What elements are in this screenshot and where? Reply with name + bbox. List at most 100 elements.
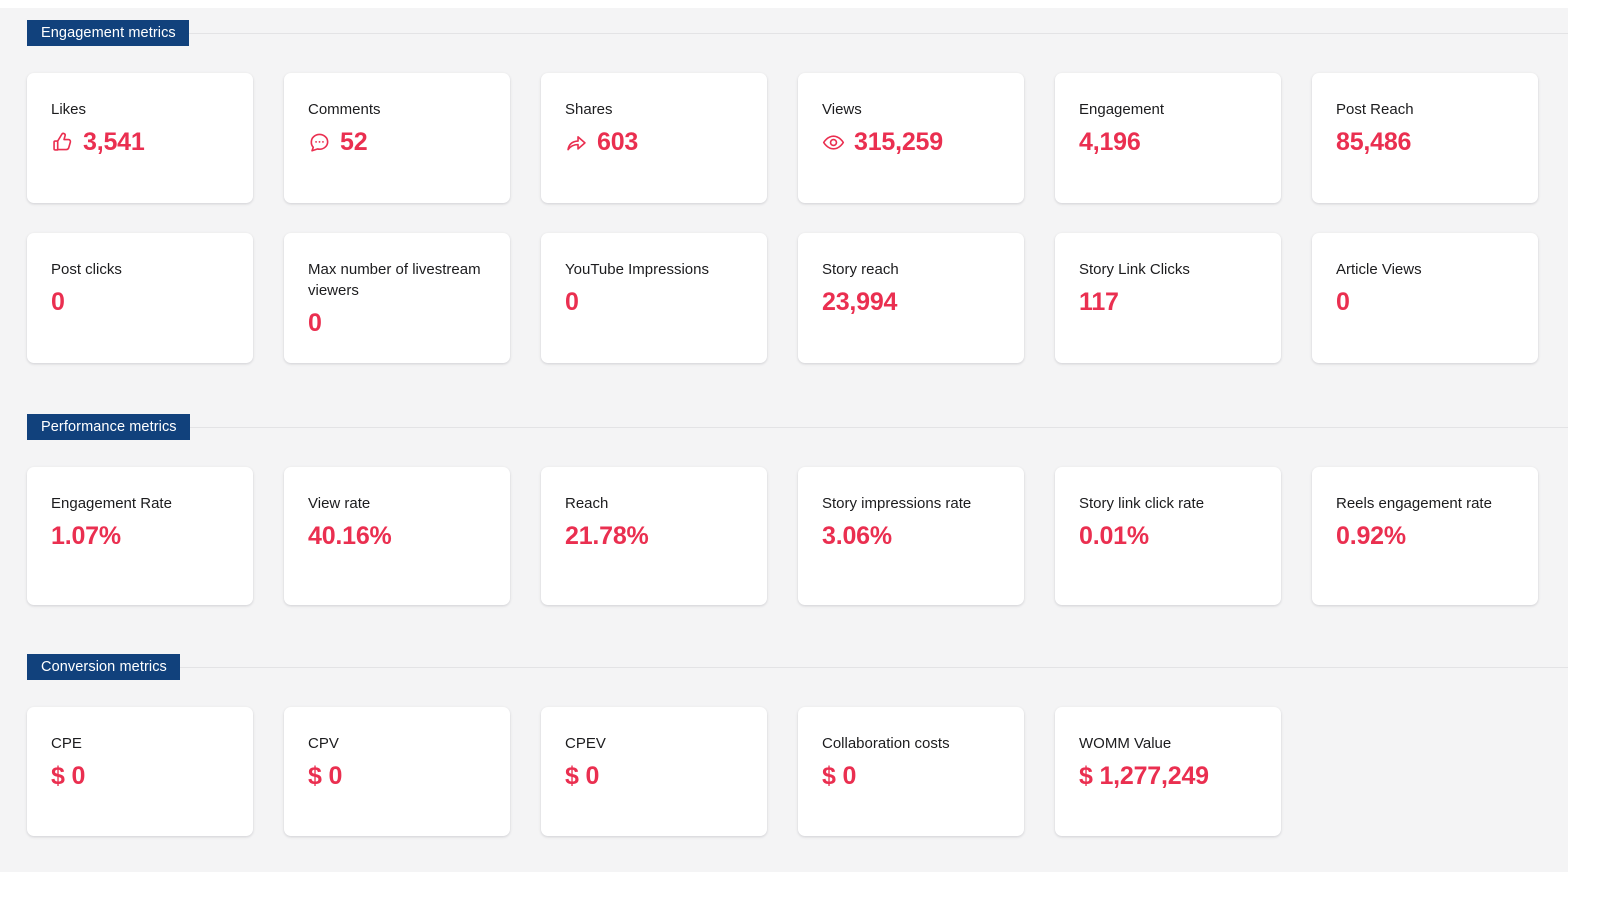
metric-card-value: $ 0 (822, 762, 857, 790)
metric-card-value: $ 0 (51, 762, 86, 790)
metric-card-value-row: $ 0 (308, 761, 342, 791)
metric-card-value: $ 0 (565, 762, 600, 790)
metric-card[interactable]: YouTube Impressions 0 (541, 233, 767, 363)
metric-card-value-row: 0 (565, 287, 579, 317)
metric-card-value-row: 315,259 (822, 127, 943, 157)
section-badge-engagement-metrics: Engagement metrics (27, 20, 189, 46)
metric-card-value-row: 117 (1079, 287, 1119, 317)
metric-card-value-row: 0 (308, 308, 322, 338)
metric-card[interactable]: Shares 603 (541, 73, 767, 203)
metric-card[interactable]: Reels engagement rate 0.92% (1312, 467, 1538, 605)
metric-card[interactable]: Views 315,259 (798, 73, 1024, 203)
metric-card-value-row: 3.06% (822, 521, 892, 551)
metric-card-value-row: 0.92% (1336, 521, 1406, 551)
metric-card-value-row: $ 0 (565, 761, 599, 791)
metric-card-label: View rate (308, 495, 371, 512)
metric-card-value: 3.06% (822, 522, 892, 550)
metric-card[interactable]: View rate 40.16% (284, 467, 510, 605)
section-conversion-metrics: Conversion metrics CPE $ 0 CPV $ 0 CPEV $ 0 Co… (0, 605, 1568, 836)
metric-card-value: 0.01% (1079, 522, 1149, 550)
metric-card-value-row: $ 0 (822, 761, 856, 791)
metric-card-value: 0 (1336, 288, 1350, 316)
metric-card-value: 117 (1079, 288, 1119, 316)
metric-card[interactable]: Likes 3,541 (27, 73, 253, 203)
metric-card-value-row: 21.78% (565, 521, 649, 551)
metric-card[interactable]: CPE $ 0 (27, 707, 253, 836)
metric-card-value-row: 23,994 (822, 287, 897, 317)
metric-card-label: Story reach (822, 261, 899, 278)
metric-card[interactable]: Comments 52 (284, 73, 510, 203)
section-header-performance-metrics: Performance metrics (0, 414, 1568, 440)
section-performance-metrics: Performance metrics Engagement Rate 1.07%… (0, 363, 1568, 605)
card-grid-performance-metrics: Engagement Rate 1.07% View rate 40.16% Reach… (0, 467, 1568, 605)
metric-card[interactable]: Post clicks 0 (27, 233, 253, 363)
metric-card-value: 0 (51, 288, 65, 316)
metric-card-value-row: 4,196 (1079, 127, 1141, 157)
metric-card-value-row: 1.07% (51, 521, 121, 551)
metrics-dashboard: Engagement metrics Likes 3,541 Comments 52 S… (0, 8, 1568, 872)
metric-card-label: Reach (565, 495, 609, 512)
metric-card-value: 0 (308, 309, 322, 337)
section-badge-performance-metrics: Performance metrics (27, 414, 190, 440)
eye-icon (822, 131, 845, 154)
metric-card-label: Likes (51, 101, 87, 118)
metric-card-value-row: 0 (51, 287, 65, 317)
metric-card-value: 4,196 (1079, 128, 1141, 156)
section-engagement-metrics: Engagement metrics Likes 3,541 Comments 52 S… (0, 8, 1568, 363)
thumbs-up-icon (51, 131, 74, 154)
section-badge-conversion-metrics: Conversion metrics (27, 654, 180, 680)
comment-bubble-icon (308, 131, 331, 154)
metric-card-label: Article Views (1336, 261, 1422, 278)
metric-card-value: 0.92% (1336, 522, 1406, 550)
metric-card[interactable]: Story Link Clicks 117 (1055, 233, 1281, 363)
metric-card-value: 23,994 (822, 288, 898, 316)
metric-card[interactable]: Collaboration costs $ 0 (798, 707, 1024, 836)
metric-card[interactable]: Engagement Rate 1.07% (27, 467, 253, 605)
section-divider (179, 666, 1568, 668)
metric-card-label: CPV (308, 735, 339, 752)
metric-card-value-row: 52 (308, 127, 368, 157)
section-header-conversion-metrics: Conversion metrics (0, 654, 1568, 680)
metric-card-value: $ 1,277,249 (1079, 762, 1209, 790)
metric-card[interactable]: CPEV $ 0 (541, 707, 767, 836)
metric-card-value: 0 (565, 288, 579, 316)
metric-card-label: Comments (308, 101, 381, 118)
metric-card-value: $ 0 (308, 762, 343, 790)
metric-card[interactable]: Post Reach 85,486 (1312, 73, 1538, 203)
metric-card[interactable]: Story link click rate 0.01% (1055, 467, 1281, 605)
metric-card-value-row: $ 1,277,249 (1079, 761, 1209, 791)
metric-card[interactable]: Story impressions rate 3.06% (798, 467, 1024, 605)
metric-card-value-row: 40.16% (308, 521, 392, 551)
section-header-engagement-metrics: Engagement metrics (0, 20, 1568, 46)
metric-card-label: Collaboration costs (822, 735, 950, 752)
metric-card-label: Post clicks (51, 261, 122, 278)
metric-card[interactable]: Max number of livestream viewers 0 (284, 233, 510, 363)
metric-card-value: 21.78% (565, 522, 649, 550)
metric-card[interactable]: Story reach 23,994 (798, 233, 1024, 363)
metric-card-label: Story Link Clicks (1079, 261, 1190, 278)
metric-card-value-row: 603 (565, 127, 638, 157)
section-divider (188, 32, 1568, 34)
metric-card-value-row: 0 (1336, 287, 1350, 317)
metric-card-label: Reels engagement rate (1336, 495, 1492, 512)
metric-card-value: 3,541 (83, 128, 145, 156)
metric-card[interactable]: WOMM Value $ 1,277,249 (1055, 707, 1281, 836)
metric-card-value: 603 (597, 128, 639, 156)
metric-card-label: Story impressions rate (822, 495, 972, 512)
metric-card-label: Shares (565, 101, 613, 118)
metric-card-label: Max number of livestream viewers (308, 261, 481, 299)
metric-card-value: 85,486 (1336, 128, 1412, 156)
metric-card[interactable]: CPV $ 0 (284, 707, 510, 836)
metric-card-value-row: 0.01% (1079, 521, 1149, 551)
section-divider (189, 426, 1568, 428)
metric-card-label: CPEV (565, 735, 606, 752)
metric-card-label: Engagement (1079, 101, 1165, 118)
card-grid-engagement-metrics: Likes 3,541 Comments 52 Shares 603 Views 315,25… (0, 73, 1568, 363)
metric-card-label: YouTube Impressions (565, 261, 709, 278)
metric-card-label: Story link click rate (1079, 495, 1205, 512)
card-grid-conversion-metrics: CPE $ 0 CPV $ 0 CPEV $ 0 Collaboration costs $ … (0, 707, 1568, 836)
metric-card[interactable]: Engagement 4,196 (1055, 73, 1281, 203)
metric-card[interactable]: Article Views 0 (1312, 233, 1538, 363)
metric-card-value-row: $ 0 (51, 761, 85, 791)
metric-card[interactable]: Reach 21.78% (541, 467, 767, 605)
